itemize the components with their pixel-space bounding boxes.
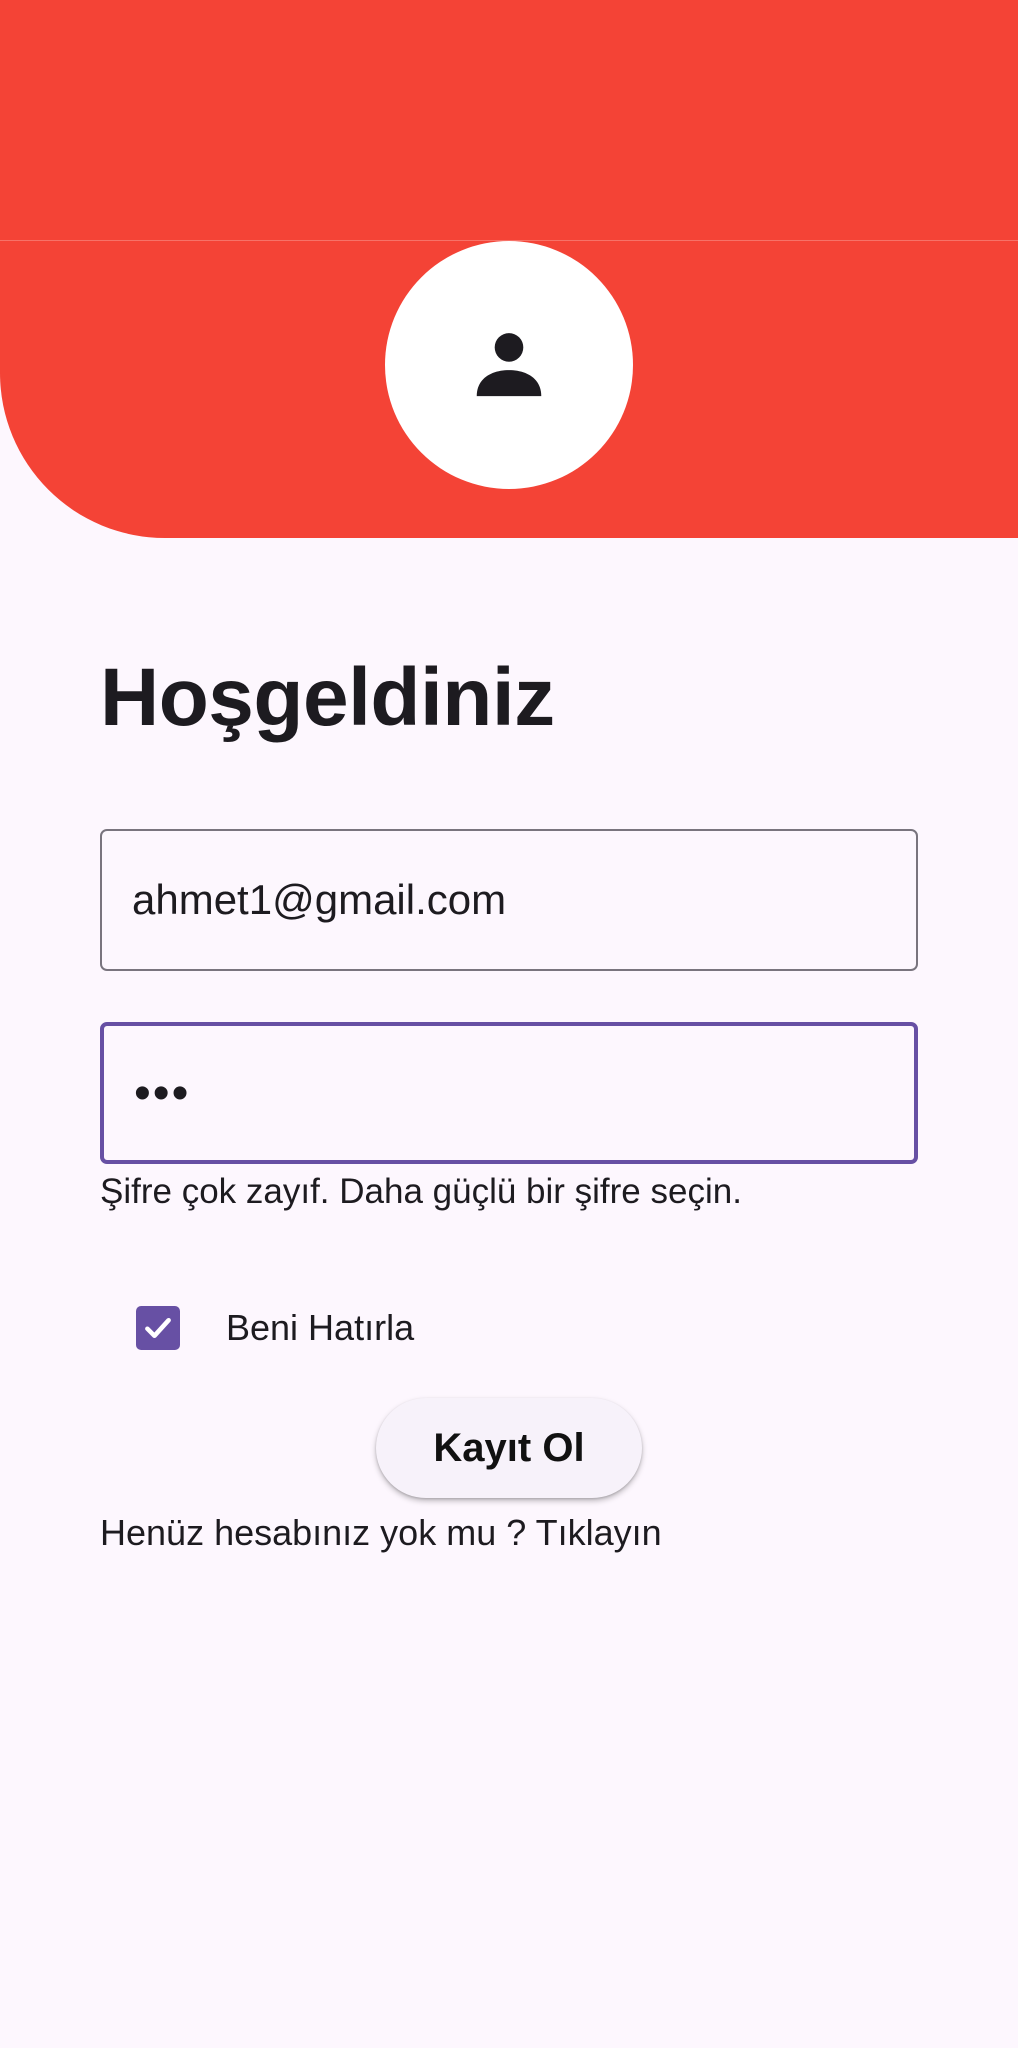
remember-me-checkbox[interactable]: [136, 1306, 180, 1350]
page-title: Hoşgeldiniz: [100, 652, 555, 743]
app-bar: [0, 0, 1018, 241]
person-icon: [465, 321, 553, 409]
password-field[interactable]: [100, 1022, 918, 1164]
remember-me-row[interactable]: Beni Hatırla: [136, 1306, 414, 1350]
email-field[interactable]: [100, 829, 918, 971]
check-icon: [145, 1317, 171, 1339]
signup-link[interactable]: Henüz hesabınız yok mu ? Tıklayın: [100, 1508, 662, 1558]
avatar: [385, 241, 633, 489]
password-helper-text: Şifre çok zayıf. Daha güçlü bir şifre se…: [100, 1172, 742, 1211]
register-button[interactable]: Kayıt Ol: [376, 1398, 642, 1498]
remember-me-label: Beni Hatırla: [226, 1307, 415, 1348]
